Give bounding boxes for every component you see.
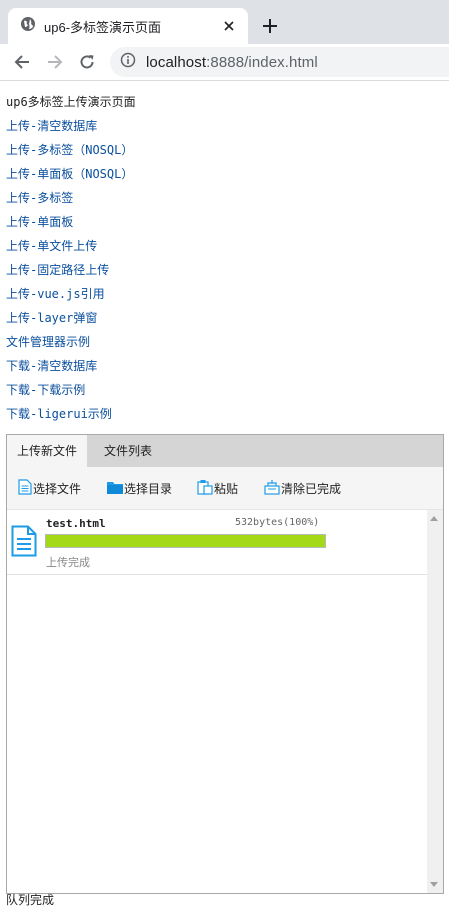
list-item[interactable]: test.html 532bytes(100%) 上传完成: [7, 510, 427, 575]
link-upload-layer[interactable]: 上传-layer弹窗: [6, 310, 449, 334]
progress-bar: [45, 534, 326, 548]
progress-fill: [46, 535, 325, 547]
browser-toolbar: localhost:8888/index.html: [0, 44, 449, 81]
paste-label: 粘贴: [214, 481, 239, 496]
back-arrow-icon[interactable]: [10, 50, 34, 74]
clear-completed-button[interactable]: 清除已完成: [264, 479, 341, 497]
file-status: 上传完成: [46, 557, 90, 569]
url-host: localhost: [146, 53, 207, 71]
folder-icon: [107, 480, 124, 497]
url-text: localhost:8888/index.html: [146, 54, 318, 71]
page-content: up6多标签上传演示页面 上传-清空数据库 上传-多标签（NOSQL） 上传-单…: [6, 94, 449, 430]
panel-tab-bar: 上传新文件 文件列表: [7, 435, 443, 467]
browser-tab[interactable]: up6-多标签演示页面: [8, 8, 248, 44]
close-icon[interactable]: [220, 17, 238, 35]
reload-icon[interactable]: [75, 50, 99, 74]
link-upload-multi-tab[interactable]: 上传-多标签: [6, 190, 449, 214]
link-upload-multi-tab-nosql[interactable]: 上传-多标签（NOSQL）: [6, 142, 449, 166]
link-upload-fixed-path[interactable]: 上传-固定路径上传: [6, 262, 449, 286]
browser-tab-strip: up6-多标签演示页面: [0, 0, 449, 44]
scroll-down-arrow-icon[interactable]: [430, 882, 438, 887]
link-download-example[interactable]: 下载-下载示例: [6, 382, 449, 406]
globe-icon: [20, 16, 36, 36]
link-upload-vuejs[interactable]: 上传-vue.js引用: [6, 286, 449, 310]
link-file-manager[interactable]: 文件管理器示例: [6, 334, 449, 358]
link-upload-single-panel[interactable]: 上传-单面板: [6, 214, 449, 238]
clear-icon: [264, 479, 281, 498]
link-upload-clear-db[interactable]: 上传-清空数据库: [6, 118, 449, 142]
link-upload-single-file[interactable]: 上传-单文件上传: [6, 238, 449, 262]
link-download-ligerui[interactable]: 下载-ligerui示例: [6, 406, 449, 430]
paste-button[interactable]: 粘贴: [197, 479, 238, 497]
clipboard-icon: [197, 479, 214, 498]
link-upload-single-panel-nosql[interactable]: 上传-单面板（NOSQL）: [6, 166, 449, 190]
scrollbar[interactable]: [427, 510, 443, 893]
select-file-button[interactable]: 选择文件: [18, 478, 82, 498]
queue-status-text: 队列完成: [6, 893, 55, 907]
info-icon[interactable]: [120, 52, 136, 72]
url-path: :8888/index.html: [206, 53, 318, 71]
new-tab-icon[interactable]: [258, 14, 282, 38]
tab-file-list[interactable]: 文件列表: [89, 435, 167, 467]
link-download-clear-db[interactable]: 下载-清空数据库: [6, 358, 449, 382]
select-folder-label: 选择目录: [124, 481, 173, 496]
file-icon: [18, 478, 33, 498]
document-icon: [11, 525, 37, 561]
clear-completed-label: 清除已完成: [281, 481, 342, 496]
file-size: 532bytes(100%): [235, 517, 320, 528]
select-folder-button[interactable]: 选择目录: [107, 479, 172, 497]
forward-arrow-icon[interactable]: [43, 50, 67, 74]
file-name: test.html: [46, 517, 106, 530]
upload-toolbar: 选择文件 选择目录 粘贴 清除已完成: [7, 467, 443, 510]
address-bar[interactable]: localhost:8888/index.html: [110, 47, 449, 77]
demo-link-list: 上传-清空数据库 上传-多标签（NOSQL） 上传-单面板（NOSQL） 上传-…: [6, 118, 449, 430]
upload-panel: 上传新文件 文件列表 选择文件 选择目录 粘贴 清除已完成 test.html …: [6, 434, 444, 894]
scroll-up-arrow-icon[interactable]: [430, 516, 438, 521]
tab-title: up6-多标签演示页面: [44, 19, 162, 35]
tab-upload-new-file[interactable]: 上传新文件: [7, 435, 87, 467]
select-file-label: 选择文件: [33, 481, 82, 496]
page-title: up6多标签上传演示页面: [6, 95, 136, 109]
upload-file-list: test.html 532bytes(100%) 上传完成: [7, 510, 427, 893]
